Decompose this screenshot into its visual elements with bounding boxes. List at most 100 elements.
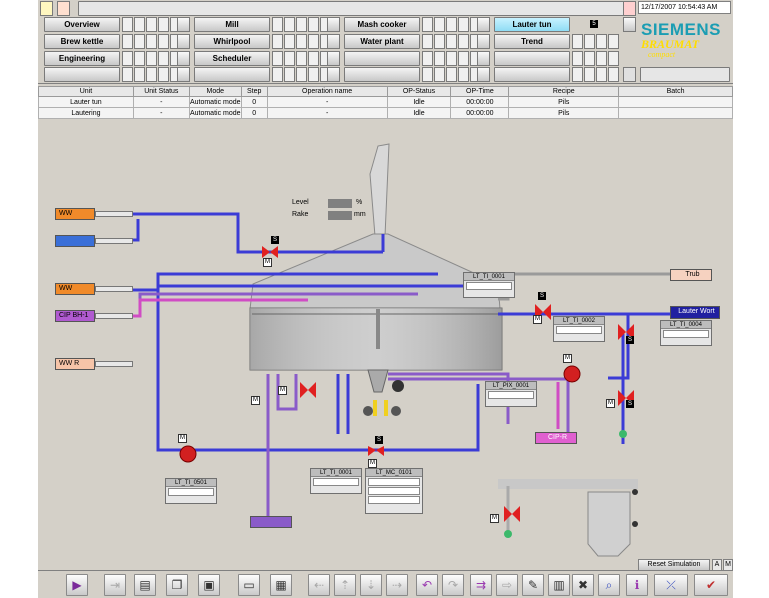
row-arrow-button[interactable] <box>177 34 190 49</box>
nav-left-icon[interactable]: ⇠ <box>308 574 330 596</box>
jump-icon[interactable]: ⇨ <box>496 574 518 596</box>
panel-value-row <box>368 496 420 504</box>
instrument-panel[interactable]: LT_PIX_0001 <box>485 381 537 407</box>
status-cells <box>572 67 620 82</box>
whirlpool-button[interactable]: Whirlpool <box>194 34 270 49</box>
archive-icon[interactable]: ▣ <box>198 574 220 596</box>
water-plant-button[interactable]: Water plant <box>344 34 420 49</box>
instrument-panel[interactable]: LT_TI_0002 <box>553 316 605 342</box>
lauter-tun-button[interactable]: Lauter tun <box>494 17 570 32</box>
cross-check-icon[interactable]: ⤫ <box>654 574 688 596</box>
row-arrow-button[interactable] <box>477 67 490 82</box>
ww-inlet-tag[interactable]: WW <box>55 283 95 295</box>
acknowledge-icon[interactable]: ✔ <box>694 574 728 596</box>
empty-button[interactable] <box>494 67 570 82</box>
table-cell: Lautering <box>38 107 134 119</box>
panel-title: LT_TI_0002 <box>554 317 604 325</box>
redo-icon[interactable]: ↷ <box>442 574 464 596</box>
motor-mode-box[interactable]: M <box>490 514 499 523</box>
status-cells <box>272 34 332 49</box>
row-arrow-button[interactable] <box>477 51 490 66</box>
play-icon[interactable]: ▶ <box>66 574 88 596</box>
row-arrow-button[interactable] <box>327 67 340 82</box>
table-cell: 0 <box>240 96 268 108</box>
row-arrow-button[interactable] <box>327 34 340 49</box>
table-row[interactable]: Lauter tun - Automatic mode 0 - Idle 00:… <box>38 96 733 108</box>
braumat-window: 12/17/2007 10:54:43 AM Overview Mill Mas… <box>38 0 733 598</box>
pump-icon[interactable] <box>563 365 581 383</box>
row-arrow-button[interactable] <box>177 67 190 82</box>
row-arrow-button[interactable] <box>477 34 490 49</box>
column-header: Unit <box>38 86 134 97</box>
mash-cooker-button[interactable]: Mash cooker <box>344 17 420 32</box>
motor-mode-box[interactable]: M <box>533 315 542 324</box>
nav-right-icon[interactable]: ⇢ <box>386 574 408 596</box>
cip-inlet-tag[interactable]: CIP BH-1 <box>55 310 95 322</box>
empty-button[interactable] <box>344 67 420 82</box>
key-icon[interactable] <box>40 1 53 16</box>
forward-icon[interactable]: ⇉ <box>470 574 492 596</box>
instrument-panel[interactable]: LT_TI_0004 <box>660 320 712 346</box>
row-arrow-button[interactable] <box>177 17 190 32</box>
empty-button[interactable] <box>194 67 270 82</box>
motor-mode-box[interactable]: M <box>251 396 260 405</box>
ww-inlet-tag[interactable]: WW <box>55 208 95 220</box>
edit-icon[interactable]: ✎ <box>522 574 544 596</box>
datetime-display: 12/17/2007 10:54:43 AM <box>638 1 731 14</box>
info-icon[interactable]: ℹ <box>626 574 648 596</box>
lauter-wort-outlet-tag[interactable]: Lauter Wort <box>670 306 720 319</box>
row-arrow-button[interactable] <box>327 17 340 32</box>
status-box: S <box>271 236 279 244</box>
process-diagram: Level % Rake mm WW WW CIP BH-1 WW R Trub… <box>38 124 733 570</box>
search-icon[interactable]: ⌕ <box>598 574 620 596</box>
overview-button[interactable]: Overview <box>44 17 120 32</box>
step-icon[interactable]: ⇥ <box>104 574 126 596</box>
monitor-icon[interactable]: ▭ <box>238 574 260 596</box>
batch-icon[interactable]: ▦ <box>270 574 292 596</box>
instrument-panel[interactable]: LT_TI_0001 <box>463 272 515 298</box>
cancel-icon[interactable]: ✖ <box>572 574 594 596</box>
status-cells <box>122 51 182 66</box>
row-arrow-button[interactable] <box>623 17 636 32</box>
motor-mode-box[interactable]: M <box>178 434 187 443</box>
motor-mode-box[interactable]: M <box>563 354 572 363</box>
undo-icon[interactable]: ↶ <box>416 574 438 596</box>
blue-inlet-tag[interactable] <box>55 235 95 247</box>
recipe-icon[interactable]: ▤ <box>134 574 156 596</box>
table-icon[interactable]: ▥ <box>548 574 570 596</box>
scheduler-button[interactable]: Scheduler <box>194 51 270 66</box>
motor-mode-box[interactable]: M <box>278 386 287 395</box>
drain-outlet-tag[interactable] <box>250 516 292 528</box>
nav-down-icon[interactable]: ⇣ <box>360 574 382 596</box>
mill-button[interactable]: Mill <box>194 17 270 32</box>
cip-r-outlet-tag[interactable]: CIP-R <box>535 432 577 444</box>
column-header: OP-Time <box>450 86 510 97</box>
empty-button[interactable] <box>494 51 570 66</box>
motor-mode-box[interactable]: M <box>263 258 272 267</box>
row-arrow-button[interactable] <box>327 51 340 66</box>
printer-icon[interactable] <box>623 67 636 82</box>
copy-icon[interactable]: ❐ <box>166 574 188 596</box>
table-cell: Pils <box>508 107 620 119</box>
trend-button[interactable]: Trend <box>494 34 570 49</box>
row-arrow-button[interactable] <box>177 51 190 66</box>
nav-up-icon[interactable]: ⇡ <box>334 574 356 596</box>
wwr-inlet-tag[interactable]: WW R <box>55 358 95 370</box>
alarm-icon[interactable] <box>623 1 636 16</box>
instrument-panel[interactable]: LT_TI_0001 <box>310 468 362 494</box>
empty-button[interactable] <box>44 67 120 82</box>
brew-kettle-button[interactable]: Brew kettle <box>44 34 120 49</box>
logout-icon[interactable] <box>57 1 70 16</box>
row-arrow-button[interactable] <box>477 17 490 32</box>
motor-mode-box[interactable]: M <box>606 399 615 408</box>
pump-icon[interactable] <box>179 445 197 463</box>
engineering-button[interactable]: Engineering <box>44 51 120 66</box>
motor-mode-box[interactable]: M <box>368 459 377 468</box>
status-cells <box>272 51 332 66</box>
instrument-panel[interactable]: LT_TI_0501 <box>165 478 217 504</box>
table-row[interactable]: Lautering - Automatic mode 0 - Idle 00:0… <box>38 107 733 119</box>
inlet-pipe-stub <box>95 211 133 217</box>
trub-outlet-tag[interactable]: Trub <box>670 269 712 281</box>
instrument-panel[interactable]: LT_MC_0101 <box>365 468 423 514</box>
empty-button[interactable] <box>344 51 420 66</box>
